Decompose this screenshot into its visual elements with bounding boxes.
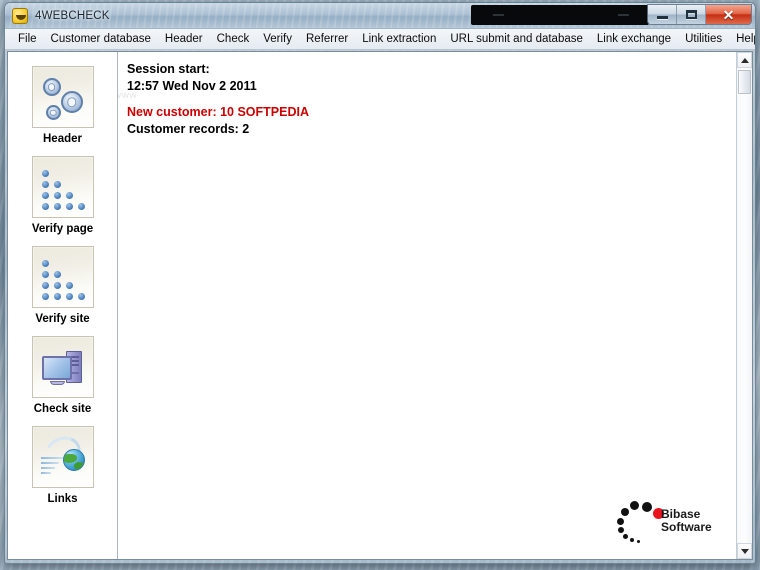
- sidebar-label-verify-site: Verify site: [35, 313, 90, 325]
- close-button[interactable]: ✕: [706, 5, 751, 24]
- log-line-highlight: New customer: 10 SOFTPEDIA: [127, 105, 309, 119]
- dots-pyramid-icon: [31, 246, 94, 308]
- log-line: 12:57 Wed Nov 2 2011: [127, 79, 257, 93]
- brand-logo: Bibase Software: [615, 499, 720, 547]
- log-content-pane: www Session start: 12:57 Wed Nov 2 2011 …: [118, 52, 736, 559]
- menu-item-url-submit[interactable]: URL submit and database: [443, 30, 590, 49]
- menu-item-help[interactable]: Help: [729, 30, 755, 49]
- menu-item-file[interactable]: File: [11, 30, 44, 49]
- computer-icon: [31, 336, 94, 398]
- app-logo-icon[interactable]: [12, 7, 28, 24]
- sidebar-item-links[interactable]: Links: [8, 426, 117, 506]
- minimize-icon: [656, 15, 668, 19]
- maximize-button[interactable]: [677, 5, 706, 24]
- globe-links-icon: [31, 426, 94, 488]
- maximize-icon: [685, 10, 697, 19]
- menu-item-verify[interactable]: Verify: [256, 30, 299, 49]
- logo-dots-icon: [615, 499, 664, 547]
- chevron-down-icon: [740, 548, 749, 554]
- dots-pyramid-icon: [31, 156, 94, 218]
- close-icon: ✕: [722, 6, 735, 23]
- title-bar[interactable]: 4WEBCHECK ✕: [5, 3, 755, 29]
- log-spacer: [127, 95, 736, 104]
- sidebar-item-verify-page[interactable]: Verify page: [8, 156, 117, 236]
- sidebar: Header Verify page Verify site Check sit…: [8, 52, 118, 559]
- gears-icon: [31, 66, 94, 128]
- log-line: Customer records: 2: [127, 122, 250, 136]
- menu-item-header[interactable]: Header: [158, 30, 210, 49]
- window-controls: ✕: [647, 4, 752, 25]
- sidebar-label-verify-page: Verify page: [31, 223, 94, 235]
- window-body: Header Verify page Verify site Check sit…: [7, 51, 753, 560]
- brand-name: Bibase Software: [661, 508, 712, 534]
- minimize-button[interactable]: [648, 5, 677, 24]
- sidebar-label-check-site: Check site: [33, 403, 92, 415]
- scrollbar-track[interactable]: [737, 68, 752, 543]
- chevron-up-icon: [740, 57, 749, 63]
- sidebar-item-verify-site[interactable]: Verify site: [8, 246, 117, 326]
- sidebar-item-check-site[interactable]: Check site: [8, 336, 117, 416]
- menu-item-link-extraction[interactable]: Link extraction: [355, 30, 443, 49]
- menu-item-utilities[interactable]: Utilities: [678, 30, 729, 49]
- application-window: 4WEBCHECK ✕ File Customer database Heade…: [4, 2, 756, 564]
- brand-line-2: Software: [661, 520, 712, 534]
- menu-item-customer-database[interactable]: Customer database: [44, 30, 158, 49]
- redaction-overlay: [471, 5, 649, 25]
- menu-item-link-exchange[interactable]: Link exchange: [590, 30, 678, 49]
- menu-item-referrer[interactable]: Referrer: [299, 30, 355, 49]
- sidebar-item-header[interactable]: Header: [8, 66, 117, 146]
- window-title: 4WEBCHECK: [35, 9, 110, 22]
- scroll-up-button[interactable]: [737, 52, 752, 68]
- sidebar-label-header: Header: [43, 133, 82, 145]
- vertical-scrollbar[interactable]: [736, 52, 752, 559]
- sidebar-label-links: Links: [47, 493, 78, 505]
- log-line: Session start:: [127, 62, 210, 76]
- menu-item-check[interactable]: Check: [210, 30, 257, 49]
- scroll-down-button[interactable]: [737, 543, 752, 559]
- scrollbar-thumb[interactable]: [738, 70, 751, 94]
- menu-bar: File Customer database Header Check Veri…: [5, 29, 755, 50]
